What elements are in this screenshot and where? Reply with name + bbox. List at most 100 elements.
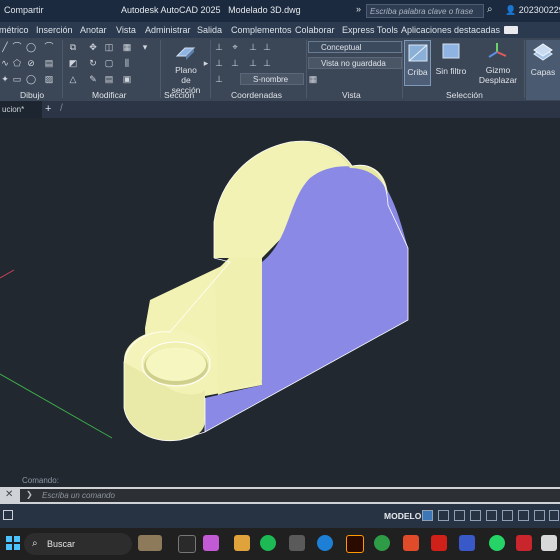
offset-icon[interactable]: ▤ (104, 74, 114, 84)
sin-filtro-button[interactable]: Sin filtro (432, 66, 470, 76)
ucs-y-icon[interactable]: ⊥ (262, 42, 272, 52)
command-prompt-icon[interactable]: ❯ (26, 490, 33, 499)
share-button[interactable]: Compartir (4, 5, 44, 15)
gizmo-desplazar-button[interactable]: Gizmo Desplazar (476, 65, 520, 85)
app-icon[interactable] (459, 535, 475, 551)
model-space-label[interactable]: MODELO (384, 511, 421, 521)
tab-options-icon[interactable] (504, 26, 518, 34)
command-input[interactable]: Escriba un comando (20, 489, 560, 502)
search-icon[interactable]: ⌕ (487, 4, 499, 18)
ucs-view-icon[interactable]: ⊥ (230, 58, 240, 68)
tab-vista[interactable]: Vista (116, 25, 136, 35)
panel-seleccion[interactable]: Selección (446, 90, 483, 100)
more-icon[interactable]: ▾ (140, 42, 150, 52)
viewport-config-icon[interactable]: ▦ (308, 74, 318, 84)
taskbar-search[interactable] (24, 533, 132, 555)
panel-seccion[interactable]: Sección (164, 90, 194, 100)
section-plane-icon[interactable] (174, 42, 196, 62)
hatch-icon[interactable]: ▤ (44, 58, 54, 68)
stretch-icon[interactable]: ▢ (104, 58, 114, 68)
circle-icon[interactable]: ◯ (26, 42, 36, 52)
named-view-dropdown[interactable]: Vista no guardada (308, 57, 402, 69)
polar-icon[interactable] (470, 510, 481, 521)
search-highlight-icon[interactable] (138, 535, 162, 551)
tab-administrar[interactable]: Administrar (145, 25, 191, 35)
ellipse-icon[interactable]: ⊘ (26, 58, 36, 68)
polygon-icon[interactable]: ⬠ (12, 58, 22, 68)
ucs-3point-icon[interactable]: ⊥ (214, 74, 224, 84)
layout-tab-icon[interactable] (3, 510, 13, 520)
spline-icon[interactable]: ∿ (0, 58, 10, 68)
tab-aplicaciones-destacadas[interactable]: Aplicaciones destacadas (401, 25, 500, 35)
settings-icon[interactable] (289, 535, 305, 551)
ucs-face-icon[interactable]: ⊥ (262, 58, 272, 68)
task-view-icon[interactable] (178, 535, 196, 553)
rotate-icon[interactable]: ↻ (88, 58, 98, 68)
file-explorer-icon[interactable] (234, 535, 250, 551)
otrack-icon[interactable] (502, 510, 513, 521)
osnap-icon[interactable] (486, 510, 497, 521)
criba-button[interactable]: Criba (404, 40, 431, 86)
trim-icon[interactable]: △ (68, 74, 78, 84)
drawing-viewport[interactable] (0, 118, 560, 488)
snap-icon[interactable] (438, 510, 449, 521)
tab-anotar[interactable]: Anotar (80, 25, 107, 35)
point-icon[interactable]: ✦ (0, 74, 10, 84)
rectangle-icon[interactable]: ▭ (12, 74, 22, 84)
lineweight-icon[interactable] (518, 510, 529, 521)
tab-modelado-3d[interactable]: métrico (0, 25, 29, 35)
chrome-icon[interactable] (374, 535, 390, 551)
tab-express-tools[interactable]: Express Tools (342, 25, 398, 35)
array-icon[interactable]: ▦ (122, 42, 132, 52)
annotation-icon[interactable] (534, 510, 545, 521)
ucs-name-dropdown[interactable]: S-nombre (240, 73, 304, 85)
ortho-icon[interactable] (454, 510, 465, 521)
copy-icon[interactable]: ⧉ (68, 42, 78, 52)
autocad-icon[interactable] (516, 535, 532, 551)
move-icon[interactable]: ✥ (88, 42, 98, 52)
mirror-icon[interactable]: ⫼ (122, 58, 132, 68)
wrench-icon[interactable]: ✕ (5, 489, 13, 500)
windows-start-icon[interactable] (6, 536, 20, 550)
explode-icon[interactable]: ▣ (122, 74, 132, 84)
erase-icon[interactable]: ✎ (88, 74, 98, 84)
illustrator-icon[interactable] (346, 535, 364, 553)
grid-icon[interactable] (422, 510, 433, 521)
ucs-world-icon[interactable]: ⌖ (230, 42, 240, 52)
spotify-icon[interactable] (260, 535, 276, 551)
panel-vista[interactable]: Vista (342, 90, 361, 100)
boundary-icon[interactable]: ▨ (44, 74, 54, 84)
ucs-origin-icon[interactable]: ⊥ (214, 58, 224, 68)
calculator-icon[interactable] (541, 535, 557, 551)
capas-panel[interactable]: Capas (526, 40, 560, 100)
tab-colaborar[interactable]: Colaborar (295, 25, 335, 35)
arc-icon[interactable]: ⌒ (44, 42, 54, 52)
tab-salida[interactable]: Salida (197, 25, 222, 35)
copilot-icon[interactable] (203, 535, 219, 551)
ucs-object-icon[interactable]: ⊥ (248, 58, 258, 68)
panel-dibujo[interactable]: Dibujo (20, 90, 44, 100)
tab-complementos[interactable]: Complementos (231, 25, 292, 35)
panel-modificar[interactable]: Modificar (92, 90, 126, 100)
visual-style-dropdown[interactable]: Conceptual (308, 41, 402, 53)
file-tab[interactable]: ucion* (0, 101, 42, 118)
scale-icon[interactable]: ◫ (104, 42, 114, 52)
workspace-icon[interactable] (549, 510, 559, 521)
filter-icon[interactable] (440, 42, 462, 62)
gizmo-icon[interactable] (486, 42, 508, 62)
search-input[interactable]: Escriba palabra clave o frase (366, 4, 484, 18)
line-icon[interactable]: ╱ (0, 42, 10, 52)
tab-insercion[interactable]: Inserción (36, 25, 73, 35)
office-icon[interactable] (403, 535, 419, 551)
3d-model-view[interactable] (0, 118, 560, 488)
region-icon[interactable]: ◯ (26, 74, 36, 84)
ucs-icon[interactable]: ⊥ (214, 42, 224, 52)
new-tab-icon[interactable]: + (45, 103, 51, 115)
edge-icon[interactable] (317, 535, 333, 551)
panel-coordenadas[interactable]: Coordenadas (231, 90, 282, 100)
whatsapp-icon[interactable] (489, 535, 505, 551)
fillet-icon[interactable]: ◩ (68, 58, 78, 68)
share-arrow-icon[interactable]: » (356, 4, 361, 14)
polyline-icon[interactable]: ⌒ (12, 42, 22, 52)
ucs-x-icon[interactable]: ⊥ (248, 42, 258, 52)
